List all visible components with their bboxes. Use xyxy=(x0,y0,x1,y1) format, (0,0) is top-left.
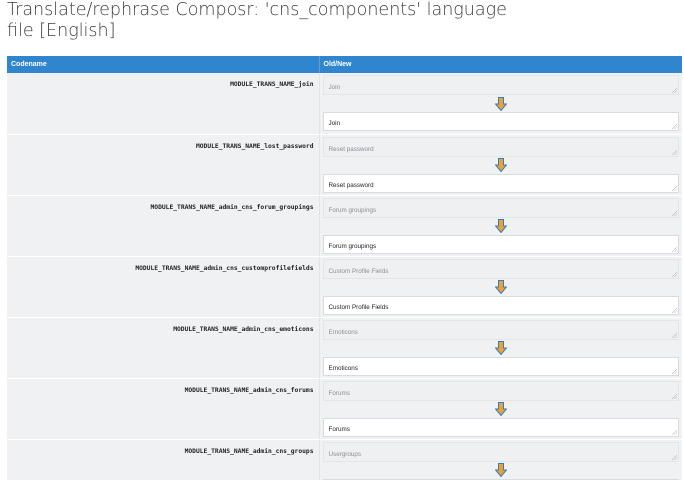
codename-cell: MODULE_TRANS_NAME_admin_cns_customprofil… xyxy=(7,256,320,318)
table-body: MODULE_TRANS_NAME_join Join Join MODULE_… xyxy=(7,73,682,480)
old-text-area[interactable]: Custom Profile Fields xyxy=(322,258,679,279)
old-text-area[interactable]: Usergroups xyxy=(322,441,679,462)
old-new-header: Old/New xyxy=(319,56,682,73)
codename-cell: MODULE_TRANS_NAME_lost_password xyxy=(7,134,320,196)
old-text: Join xyxy=(328,84,341,91)
old-text: Reset password xyxy=(328,145,374,153)
value-cell: Forums Forums xyxy=(319,378,682,440)
value-cell: Usergroups xyxy=(319,439,682,480)
new-text-input[interactable]: Emoticons xyxy=(322,356,679,376)
arrow-container xyxy=(323,279,680,296)
resize-grip-icon[interactable] xyxy=(672,454,677,460)
down-arrow-icon xyxy=(494,402,507,416)
old-text: Custom Profile Fields xyxy=(328,267,389,275)
arrow-container xyxy=(323,401,680,418)
resize-grip-icon[interactable] xyxy=(672,368,677,374)
new-text: Forums xyxy=(328,425,350,433)
new-text: Custom Profile Fields xyxy=(328,303,389,311)
new-text-input[interactable]: Custom Profile Fields xyxy=(322,295,679,315)
new-text: Join xyxy=(328,120,341,127)
new-text-input[interactable]: Join xyxy=(322,112,679,131)
codename-header: Codename xyxy=(7,56,320,73)
codename-cell: MODULE_TRANS_NAME_admin_cns_forums xyxy=(7,378,320,440)
value-cell: Join Join xyxy=(319,73,682,135)
old-text-area[interactable]: Forum groupings xyxy=(322,197,679,218)
new-text: Emoticons xyxy=(328,364,358,372)
value-cell: Reset password Reset password xyxy=(319,134,682,196)
old-text-area[interactable]: Emoticons xyxy=(322,319,679,340)
table-row: MODULE_TRANS_NAME_join Join Join xyxy=(7,73,682,135)
resize-grip-icon[interactable] xyxy=(672,88,677,93)
down-arrow-icon xyxy=(494,96,507,111)
table-row: MODULE_TRANS_NAME_admin_cns_groups Userg… xyxy=(7,439,682,480)
arrow-container xyxy=(323,218,680,235)
table-row: MODULE_TRANS_NAME_admin_cns_forum_groupi… xyxy=(7,195,682,257)
old-text: Forum groupings xyxy=(328,206,377,214)
old-text-area[interactable]: Join xyxy=(322,75,679,95)
new-text: Reset password xyxy=(328,181,374,189)
value-cell: Custom Profile Fields Custom Profile Fie… xyxy=(319,256,682,318)
table-row: MODULE_TRANS_NAME_admin_cns_forums Forum… xyxy=(7,378,682,440)
resize-grip-icon[interactable] xyxy=(672,246,677,252)
new-text-input[interactable]: Reset password xyxy=(322,173,679,193)
table-row: MODULE_TRANS_NAME_lost_password Reset pa… xyxy=(7,134,682,196)
down-arrow-icon xyxy=(494,280,507,294)
resize-grip-icon[interactable] xyxy=(672,124,677,129)
old-text: Emoticons xyxy=(328,328,358,336)
arrow-container xyxy=(323,157,680,174)
old-text-area[interactable]: Forums xyxy=(322,380,679,401)
codename-cell: MODULE_TRANS_NAME_admin_cns_groups xyxy=(7,439,320,480)
page-title: Translate/rephrase Composr: 'cns_compone… xyxy=(7,0,507,41)
translation-table: Codename Old/New MODULE_TRANS_NAME_join … xyxy=(7,56,682,480)
new-text-input[interactable]: Forums xyxy=(322,417,679,437)
resize-grip-icon[interactable] xyxy=(672,393,677,399)
resize-grip-icon[interactable] xyxy=(672,210,677,216)
codename-cell: MODULE_TRANS_NAME_admin_cns_forum_groupi… xyxy=(7,195,320,257)
new-text-input[interactable]: Forum groupings xyxy=(322,234,679,254)
resize-grip-icon[interactable] xyxy=(672,307,677,313)
resize-grip-icon[interactable] xyxy=(672,185,677,191)
value-cell: Emoticons Emoticons xyxy=(319,317,682,379)
codename-cell: MODULE_TRANS_NAME_admin_cns_emoticons xyxy=(7,317,320,379)
arrow-container xyxy=(323,462,680,479)
resize-grip-icon[interactable] xyxy=(672,149,677,155)
down-arrow-icon xyxy=(494,219,507,233)
resize-grip-icon[interactable] xyxy=(672,429,677,435)
table-row: MODULE_TRANS_NAME_admin_cns_customprofil… xyxy=(7,256,682,318)
new-text: Forum groupings xyxy=(328,242,377,250)
table-row: MODULE_TRANS_NAME_admin_cns_emoticons Em… xyxy=(7,317,682,379)
down-arrow-icon xyxy=(494,158,507,172)
arrow-container xyxy=(323,95,680,112)
resize-grip-icon[interactable] xyxy=(672,271,677,277)
old-text: Forums xyxy=(328,389,350,397)
value-cell: Forum groupings Forum groupings xyxy=(319,195,682,257)
arrow-container xyxy=(323,340,680,357)
old-text: Usergroups xyxy=(328,450,362,458)
old-text-area[interactable]: Reset password xyxy=(322,136,679,157)
resize-grip-icon[interactable] xyxy=(672,332,677,338)
table-header-row: Codename Old/New xyxy=(7,56,682,73)
down-arrow-icon xyxy=(494,463,507,477)
down-arrow-icon xyxy=(494,341,507,355)
codename-cell: MODULE_TRANS_NAME_join xyxy=(7,73,320,135)
